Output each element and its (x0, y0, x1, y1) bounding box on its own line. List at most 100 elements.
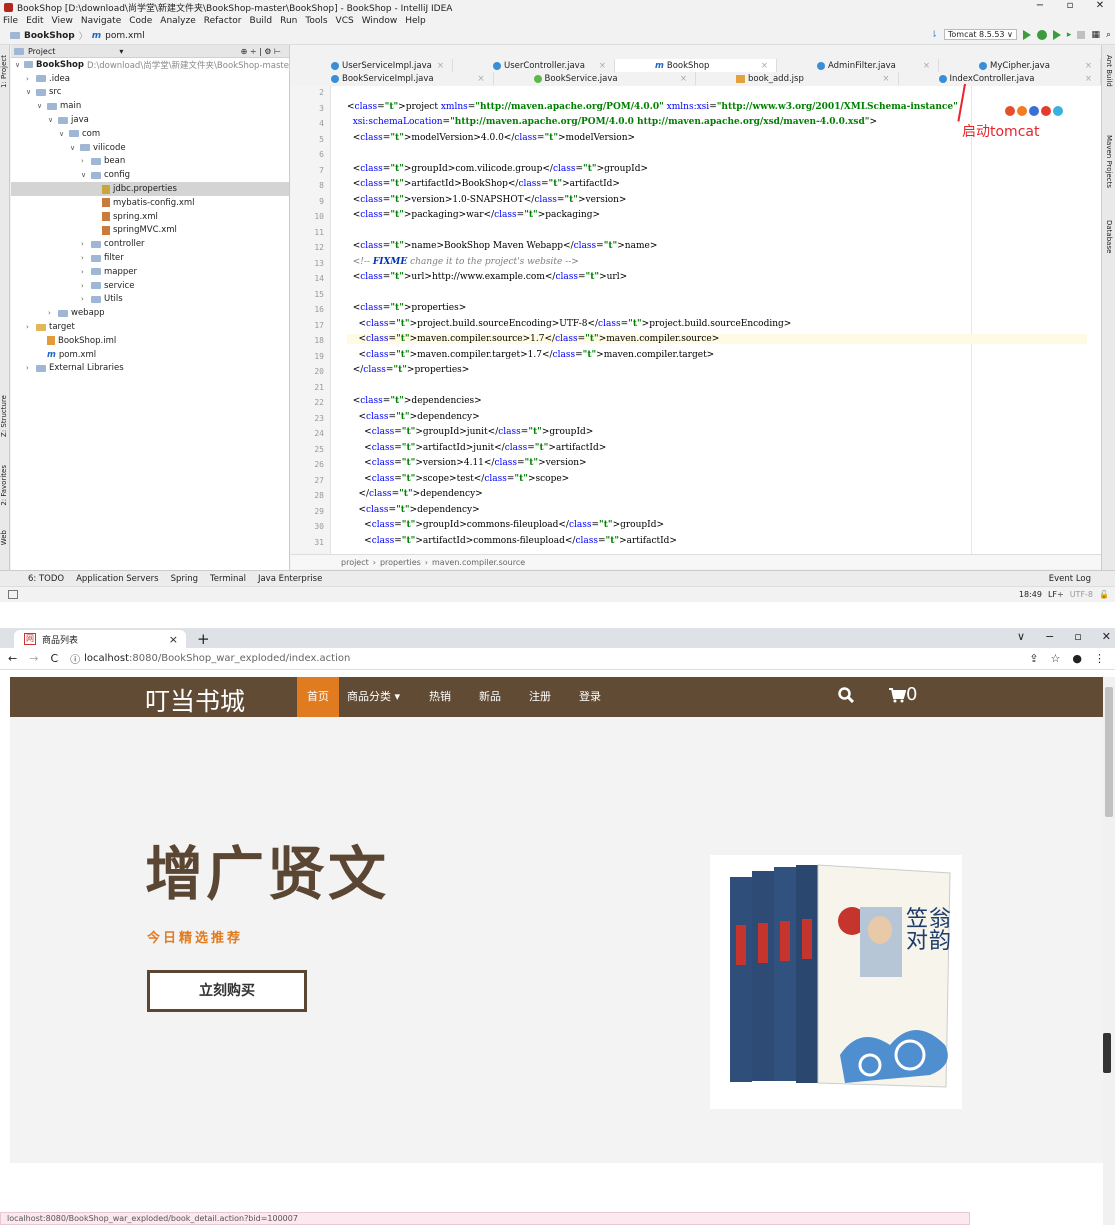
tree-toggle-icon[interactable]: › (81, 254, 88, 262)
nav-item[interactable]: 注册 (519, 677, 561, 717)
code-line[interactable]: <class="t">modelVersion>4.0.0</class="t"… (347, 133, 635, 143)
run-config-select[interactable]: Tomcat 8.5.53 ∨ (943, 29, 1017, 40)
editor-tab[interactable]: UserController.java × (453, 59, 615, 72)
ie-icon[interactable] (1029, 106, 1039, 116)
code-line[interactable]: <class="t">url>http://www.example.com</c… (347, 272, 627, 282)
edge-icon[interactable] (1053, 106, 1063, 116)
file-encoding[interactable]: UTF-8 (1070, 590, 1093, 599)
code-line[interactable]: </class="t">properties> (347, 365, 470, 375)
browser-tab[interactable]: 网 商品列表 × (14, 630, 186, 648)
tree-node[interactable]: ∨ BookShop D:\download\尚学堂\新建文件夹\BookShop-… (11, 58, 289, 72)
editor-tab[interactable]: MyCipher.java × (939, 59, 1101, 72)
editor-tab[interactable]: UserServiceImpl.java × (291, 59, 453, 72)
web-tool-tab[interactable]: Web (0, 530, 10, 545)
tab-close-icon[interactable]: × (169, 633, 178, 646)
opera-icon[interactable] (1041, 106, 1051, 116)
editor-tab[interactable]: book_add.jsp × (696, 72, 899, 85)
tree-node[interactable]: › .idea (11, 72, 289, 86)
code-editor[interactable]: 2 3 4 5 6 7 8 9 10 11 12 13 14 15 16 17 18 19 20 21 22 23 24 25… (291, 86, 1101, 554)
code-line[interactable]: <class="t">version>1.0-SNAPSHOT</class="… (347, 195, 627, 205)
tree-node[interactable]: › webapp (11, 306, 289, 320)
menu-item[interactable]: View (52, 16, 73, 26)
tab-search-icon[interactable]: ∨ (1017, 630, 1025, 643)
close-icon[interactable]: ✕ (1085, 0, 1115, 11)
line-separator[interactable]: LF÷ (1048, 590, 1064, 599)
tab-close-icon[interactable]: × (1085, 61, 1092, 71)
build-icon[interactable]: ⇂ (930, 30, 938, 40)
panel-settings-icon[interactable]: ⊕ ÷ | ⚙ ⊢ (241, 47, 281, 56)
code-line[interactable]: <!-- FIXME change it to the project's we… (347, 257, 579, 267)
site-brand[interactable]: 叮当书城 (145, 682, 245, 718)
tab-close-icon[interactable]: × (923, 61, 930, 71)
tab-close-icon[interactable]: × (437, 61, 444, 71)
bookmark-star-icon[interactable]: ☆ (1051, 652, 1061, 665)
code-line[interactable]: <class="t">dependency> (347, 505, 479, 515)
tab-close-icon[interactable]: × (761, 61, 768, 71)
chevron-down-icon[interactable]: ▾ (119, 47, 123, 56)
share-icon[interactable]: ⇪ (1029, 652, 1038, 665)
ant-build-tab[interactable]: Ant Build (1105, 55, 1113, 87)
address-bar[interactable]: ⓘ localhost:8080/BookShop_war_exploded/i… (70, 651, 350, 666)
new-tab-icon[interactable]: + (197, 630, 210, 648)
editor-tab[interactable]: AdminFilter.java × (777, 59, 939, 72)
database-tab[interactable]: Database (1105, 220, 1113, 253)
tree-toggle-icon[interactable]: ∨ (37, 102, 44, 110)
tool-windows-icon[interactable] (8, 590, 18, 599)
tree-toggle-icon[interactable]: ∨ (26, 88, 33, 96)
tree-toggle-icon[interactable]: › (81, 268, 88, 276)
code-line[interactable]: <class="t">artifactId>BookShop</class="t… (347, 179, 620, 189)
code-line[interactable]: <class="t">artifactId>junit</class="t">a… (347, 443, 606, 453)
code-line[interactable]: xsi:schemaLocation="http://maven.apache.… (347, 117, 877, 127)
close-icon[interactable]: ✕ (1102, 630, 1111, 643)
menu-item[interactable]: File (3, 16, 18, 26)
tree-toggle-icon[interactable]: › (26, 323, 33, 331)
tree-toggle-icon[interactable]: ∨ (15, 61, 21, 69)
tree-node[interactable]: › filter (11, 251, 289, 265)
menu-item[interactable]: Navigate (81, 16, 121, 26)
code-line[interactable]: <class="t">groupId>commons-fileupload</c… (347, 520, 664, 530)
code-line[interactable]: <class="t">dependency> (347, 412, 479, 422)
tree-node[interactable]: › mapper (11, 265, 289, 279)
code-line[interactable]: </class="t">dependency> (347, 489, 482, 499)
tree-node[interactable]: mybatis-config.xml (11, 196, 289, 210)
nav-item[interactable]: 首页 (297, 677, 339, 717)
tree-toggle-icon[interactable]: › (81, 282, 88, 290)
tab-close-icon[interactable]: × (882, 74, 889, 84)
nav-item[interactable]: 商品分类 ▾ (337, 677, 410, 717)
code-line[interactable]: <class="t">project.build.sourceEncoding>… (347, 319, 791, 329)
cursor-position[interactable]: 18:49 (1019, 590, 1042, 599)
tab-close-icon[interactable]: × (599, 61, 606, 71)
nav-item[interactable]: 热销 (419, 677, 461, 717)
nav-project[interactable]: BookShop (24, 31, 75, 41)
search-icon[interactable] (838, 687, 854, 703)
back-icon[interactable]: ← (8, 652, 17, 665)
lock-icon[interactable]: 🔓 (1099, 590, 1109, 599)
code-line[interactable]: <class="t">artifactId>commons-fileupload… (347, 536, 677, 546)
code-line[interactable]: <class="t">groupId>junit</class="t">grou… (347, 427, 593, 437)
editor-tab[interactable]: m BookShop × (615, 59, 777, 72)
maximize-icon[interactable]: ▫ (1055, 0, 1085, 11)
menu-item[interactable]: Refactor (204, 16, 242, 26)
tree-toggle-icon[interactable]: › (26, 364, 33, 372)
menu-item[interactable]: Build (250, 16, 273, 26)
menu-item[interactable]: Analyze (160, 16, 195, 26)
info-icon[interactable]: ⓘ (70, 651, 80, 666)
menu-kebab-icon[interactable]: ⋮ (1094, 652, 1105, 665)
book-product-image[interactable]: 笠翁对韵 (710, 855, 962, 1109)
code-line[interactable]: <class="t">packaging>war</class="t">pack… (347, 210, 600, 220)
java-enterprise-tool[interactable]: Java Enterprise (258, 574, 322, 584)
tree-toggle-icon[interactable]: ∨ (70, 144, 77, 152)
forward-icon[interactable]: → (29, 652, 38, 665)
menu-item[interactable]: VCS (336, 16, 354, 26)
code-line[interactable]: <class="t">scope>test</class="t">scope> (347, 474, 569, 484)
tree-node[interactable]: m pom.xml (11, 348, 289, 362)
stop-icon[interactable] (1077, 30, 1086, 39)
code-line[interactable]: <class="t">dependencies> (347, 396, 482, 406)
run-icon[interactable] (1022, 29, 1031, 40)
tree-toggle-icon[interactable]: › (81, 295, 88, 303)
menu-item[interactable]: Edit (26, 16, 43, 26)
editor-tab[interactable]: IndexController.java × (899, 72, 1101, 85)
nav-file[interactable]: pom.xml (105, 31, 144, 41)
editor-tab[interactable]: BookService.java × (494, 72, 696, 85)
scrollbar-thumb[interactable] (1105, 687, 1113, 817)
